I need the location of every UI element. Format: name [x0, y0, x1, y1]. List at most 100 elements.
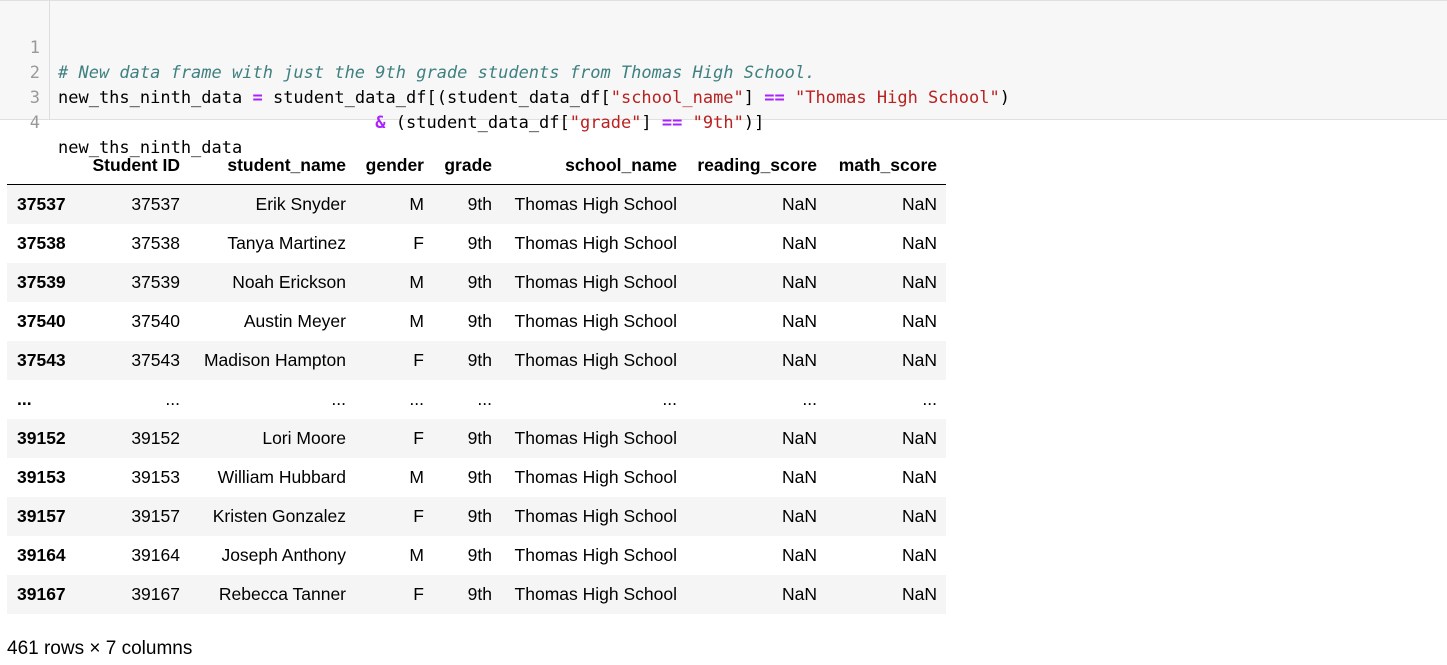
row-index: 39153 [17, 467, 66, 487]
code-cell[interactable]: 1 # New data frame with just the 9th gra… [0, 0, 1447, 158]
cell-reading-score: NaN [781, 272, 817, 292]
cell-student-id: 39153 [131, 467, 180, 487]
code-operator: == [764, 88, 785, 108]
code-token: ] [743, 88, 765, 108]
cell-school-name: Thomas High School [514, 467, 677, 487]
cell-gender: F [413, 428, 424, 448]
cell-school-name: Thomas High School [514, 272, 677, 292]
cell-grade: 9th [467, 467, 492, 487]
code-string: "Thomas High School" [795, 88, 1000, 108]
cell-student-name: Austin Meyer [243, 311, 346, 331]
cell-gender: M [409, 272, 424, 292]
cell-student-id: 39152 [131, 428, 180, 448]
column-header-gender: gender [355, 146, 433, 185]
cell-math-score: NaN [901, 584, 937, 604]
code-line-2: 2 new_ths_ninth_data = student_data_df[(… [0, 36, 1010, 108]
cell-math-score: NaN [901, 350, 937, 370]
table-row: 37539 37539 Noah Erickson M 9th Thomas High S… [7, 263, 946, 302]
cell-student-name: Rebecca Tanner [218, 584, 346, 604]
code-string: "grade" [569, 113, 642, 133]
table-row: 39157 39157 Kristen Gonzalez F 9th Thomas Hig… [7, 497, 946, 536]
cell-grade: ... [477, 389, 492, 409]
row-index: 37543 [17, 350, 66, 370]
cell-math-score: NaN [901, 428, 937, 448]
cell-reading-score: ... [802, 389, 817, 409]
line-number: 4 [29, 113, 40, 133]
cell-reading-score: NaN [781, 467, 817, 487]
table-row: 37540 37540 Austin Meyer M 9th Thomas High Sc… [7, 302, 946, 341]
cell-student-id: ... [165, 389, 180, 409]
cell-math-score: NaN [901, 311, 937, 331]
cell-gender: F [413, 584, 424, 604]
cell-gender: M [409, 467, 424, 487]
cell-math-score: NaN [901, 545, 937, 565]
cell-school-name: ... [662, 389, 677, 409]
cell-student-name: Tanya Martinez [227, 233, 346, 253]
row-index: 39157 [17, 506, 66, 526]
code-line-3: 3 & (student_data_df["grade"] == "9th")] [0, 61, 765, 133]
column-header-school-name: school_name [501, 146, 686, 185]
table-body: 37537 37537 Erik Snyder M 9th Thomas High Sch… [7, 184, 946, 614]
table-row: 39167 39167 Rebecca Tanner F 9th Thomas High … [7, 575, 946, 614]
cell-student-id: 37543 [131, 350, 180, 370]
table-row: 37543 37543 Madison Hampton F 9th Thomas High… [7, 341, 946, 380]
cell-gender: F [413, 350, 424, 370]
cell-grade: 9th [467, 194, 492, 214]
cell-school-name: Thomas High School [514, 545, 677, 565]
dataframe-output: Student ID student_name gender grade sch… [7, 146, 946, 614]
cell-grade: 9th [467, 545, 492, 565]
cell-school-name: Thomas High School [514, 194, 677, 214]
column-header-math-score: math_score [826, 146, 946, 185]
cell-reading-score: NaN [781, 428, 817, 448]
cell-reading-score: NaN [781, 194, 817, 214]
cell-student-id: 37538 [131, 233, 180, 253]
code-token: ] [641, 113, 662, 133]
code-string: "9th" [692, 113, 744, 133]
cell-school-name: Thomas High School [514, 350, 677, 370]
code-token: ) [999, 88, 1010, 108]
cell-gender: M [409, 545, 424, 565]
code-line-1: 1 # New data frame with just the 9th gra… [0, 11, 816, 83]
cell-school-name: Thomas High School [514, 584, 677, 604]
cell-reading-score: NaN [781, 545, 817, 565]
table-row: ........................ [7, 380, 946, 419]
cell-gender: F [413, 233, 424, 253]
dataframe-shape-label: 461 rows × 7 columns [7, 638, 193, 659]
table-row: 37538 37538 Tanya Martinez F 9th Thomas High … [7, 224, 946, 263]
cell-math-score: NaN [901, 194, 937, 214]
row-index: 39152 [17, 428, 66, 448]
code-string: "school_name" [610, 88, 744, 108]
cell-math-score: ... [922, 389, 937, 409]
cell-school-name: Thomas High School [514, 506, 677, 526]
cell-school-name: Thomas High School [514, 428, 677, 448]
cell-math-score: NaN [901, 233, 937, 253]
table-row: 39153 39153 William Hubbard M 9th Thomas High… [7, 458, 946, 497]
cell-gender: M [409, 194, 424, 214]
code-line-4: 4 new_ths_ninth_data [0, 86, 242, 158]
code-operator: & [375, 113, 386, 133]
code-token: student_data_df[(student_data_df[ [262, 88, 611, 108]
cell-math-score: NaN [901, 467, 937, 487]
column-header-reading-score: reading_score [686, 146, 826, 185]
cell-student-name: ... [331, 389, 346, 409]
cell-student-name: William Hubbard [217, 467, 346, 487]
cell-student-id: 37537 [131, 194, 180, 214]
cell-student-id: 39157 [131, 506, 180, 526]
row-index: 37538 [17, 233, 66, 253]
cell-school-name: Thomas High School [514, 311, 677, 331]
row-index: 39164 [17, 545, 66, 565]
code-comment: # New data frame with just the 9th grade… [58, 63, 816, 83]
cell-reading-score: NaN [781, 584, 817, 604]
code-token: )] [743, 113, 765, 133]
row-index: 37540 [17, 311, 66, 331]
cell-student-id: 39167 [131, 584, 180, 604]
cell-student-name: Kristen Gonzalez [212, 506, 346, 526]
table-row: 39164 39164 Joseph Anthony M 9th Thomas High … [7, 536, 946, 575]
cell-reading-score: NaN [781, 350, 817, 370]
table-row: 37537 37537 Erik Snyder M 9th Thomas High Sch… [7, 184, 946, 224]
cell-grade: 9th [467, 233, 492, 253]
cell-student-id: 37539 [131, 272, 180, 292]
cell-math-score: NaN [901, 272, 937, 292]
column-header-grade: grade [433, 146, 501, 185]
